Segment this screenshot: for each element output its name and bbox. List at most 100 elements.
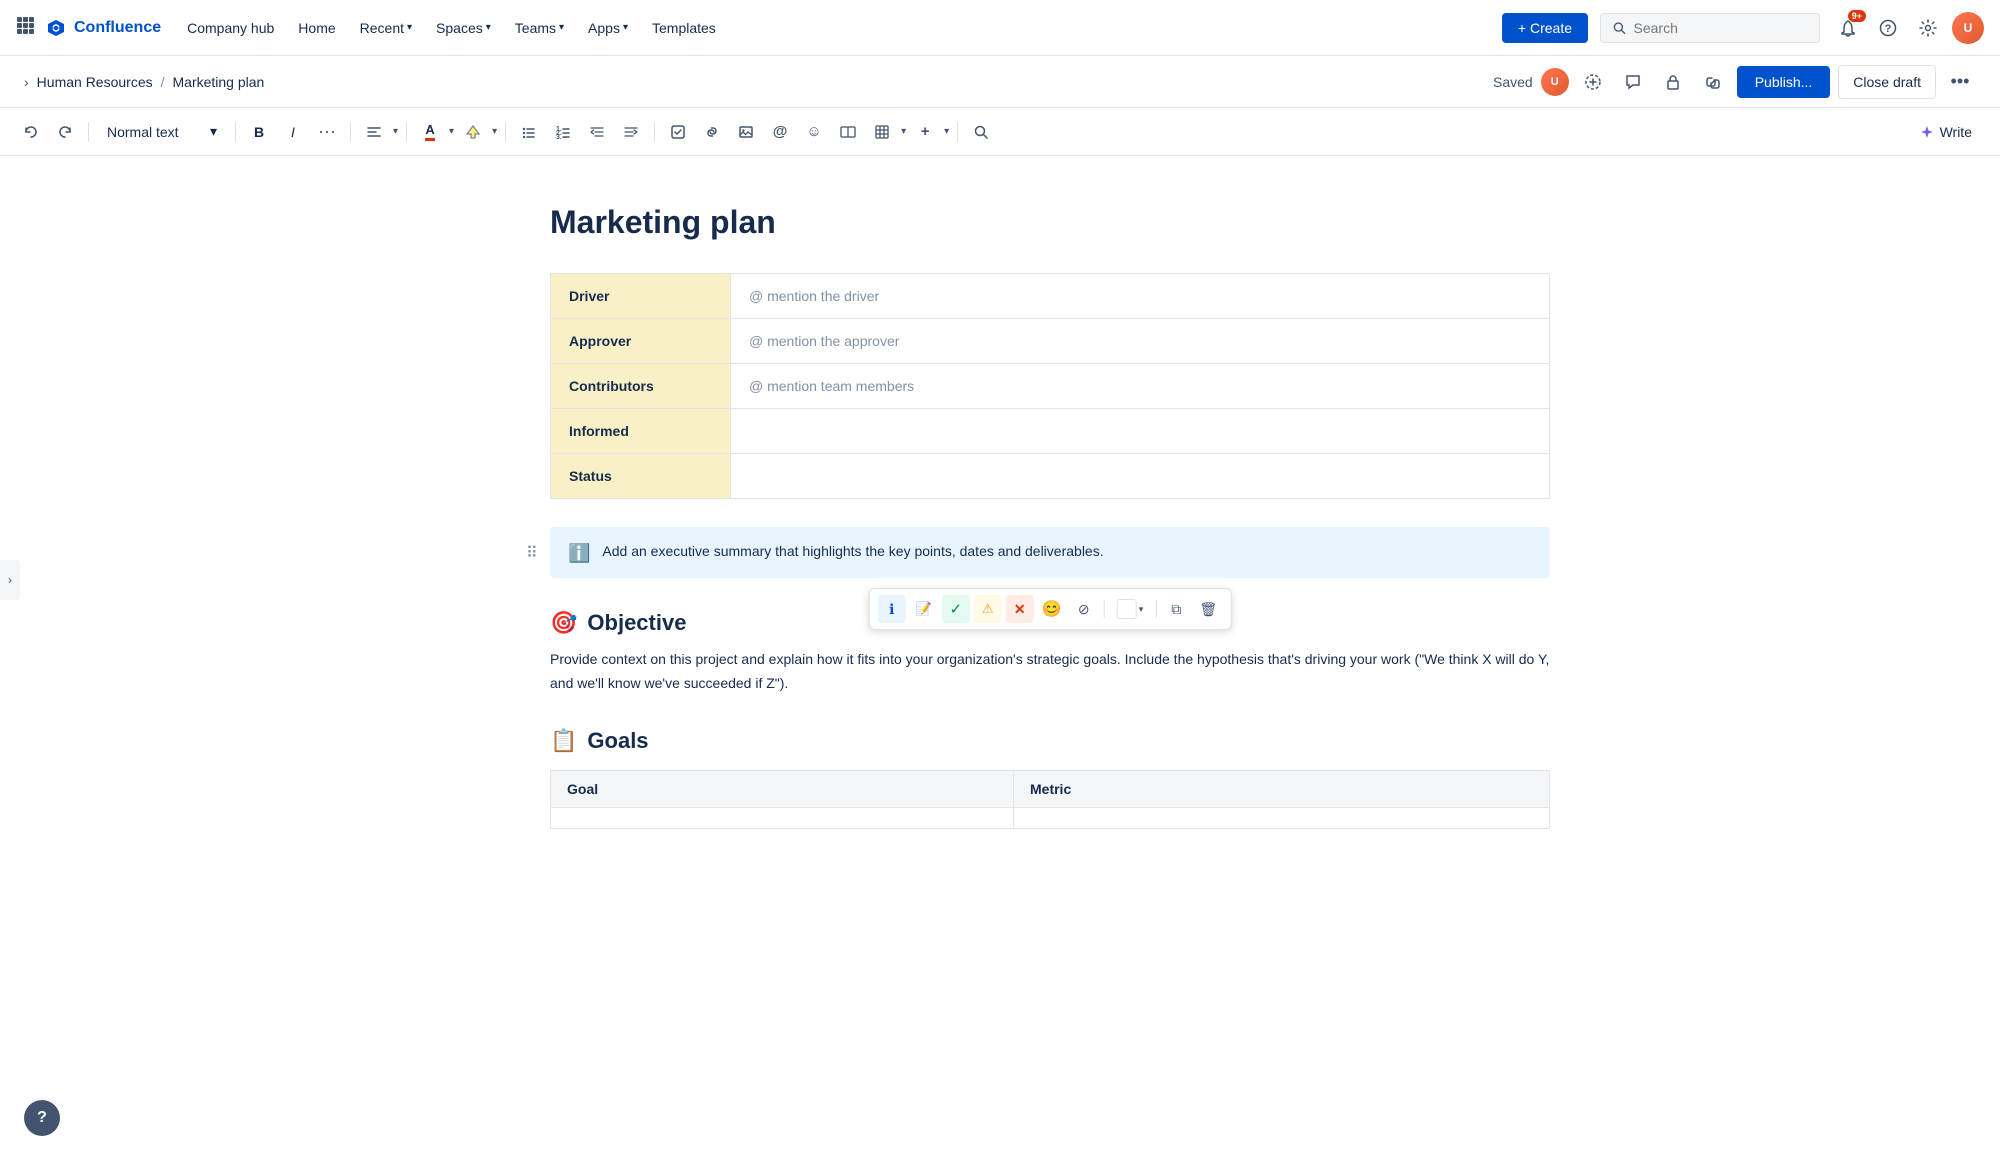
- nav-teams[interactable]: Teams▾: [505, 14, 574, 42]
- nav-apps[interactable]: Apps▾: [578, 14, 638, 42]
- search-input[interactable]: [1634, 20, 1807, 36]
- text-style-dropdown[interactable]: Normal text ▾: [97, 119, 227, 144]
- color-picker-button[interactable]: ▾: [1111, 595, 1150, 623]
- inline-toolbar-sep-2: [1155, 600, 1156, 618]
- goals-cell-metric-1[interactable]: [1014, 807, 1550, 828]
- task-button[interactable]: [663, 117, 693, 147]
- help-button[interactable]: ?: [1872, 12, 1904, 44]
- grid-icon[interactable]: [16, 16, 34, 39]
- panel-copy-button[interactable]: ⧉: [1162, 595, 1190, 623]
- nav-home[interactable]: Home: [288, 14, 345, 42]
- font-color-button[interactable]: A: [415, 117, 445, 147]
- panel-emoji-button[interactable]: 😊: [1038, 595, 1066, 623]
- breadcrumb-marketing-plan[interactable]: Marketing plan: [173, 74, 265, 90]
- collaborator-avatar[interactable]: U: [1541, 68, 1569, 96]
- numbered-list-button[interactable]: 1. 2. 3.: [548, 117, 578, 147]
- restrict-button[interactable]: [1657, 66, 1689, 98]
- daci-status-value[interactable]: [731, 454, 1550, 499]
- add-collaborator-button[interactable]: [1577, 66, 1609, 98]
- toolbar-separator-4: [406, 122, 407, 142]
- nav-templates[interactable]: Templates: [642, 14, 726, 42]
- insert-more-button[interactable]: +: [910, 117, 940, 147]
- main-content: Marketing plan Driver @ mention the driv…: [430, 156, 1570, 909]
- daci-informed-row: Informed: [551, 409, 1550, 454]
- info-panel-icon: ℹ️: [568, 543, 590, 564]
- daci-approver-value[interactable]: @ mention the approver: [731, 319, 1550, 364]
- app-logo[interactable]: Confluence: [46, 18, 161, 38]
- help-floating-button[interactable]: ?: [24, 1100, 60, 1136]
- panel-info-button[interactable]: ℹ: [878, 595, 906, 623]
- info-panel-text: Add an executive summary that highlights…: [602, 541, 1103, 562]
- daci-approver-row: Approver @ mention the approver: [551, 319, 1550, 364]
- redo-button[interactable]: [50, 117, 80, 147]
- mention-button[interactable]: @: [765, 117, 795, 147]
- write-ai-button[interactable]: Write: [1908, 118, 1984, 146]
- panel-warning-button[interactable]: ⚠: [974, 595, 1002, 623]
- inline-toolbar: ℹ 📝 ✓ ⚠ ✕ 😊 ⊘ ▾ ⧉ 🗑: [869, 588, 1232, 630]
- breadcrumb-bar: › Human Resources / Marketing plan Saved…: [0, 56, 2000, 108]
- daci-status-row: Status: [551, 454, 1550, 499]
- daci-contributors-value[interactable]: @ mention team members: [731, 364, 1550, 409]
- create-button[interactable]: + Create: [1502, 13, 1588, 43]
- settings-button[interactable]: [1912, 12, 1944, 44]
- page-title[interactable]: Marketing plan: [450, 204, 1550, 241]
- breadcrumb-separator: /: [161, 74, 165, 90]
- indent-button[interactable]: [616, 117, 646, 147]
- sidebar-toggle-arrow[interactable]: ›: [24, 74, 29, 90]
- daci-table: Driver @ mention the driver Approver @ m…: [550, 273, 1550, 499]
- daci-driver-row: Driver @ mention the driver: [551, 274, 1550, 319]
- publish-button[interactable]: Publish...: [1737, 66, 1831, 98]
- nav-company-hub[interactable]: Company hub: [177, 14, 284, 42]
- close-draft-button[interactable]: Close draft: [1838, 65, 1936, 99]
- highlight-button[interactable]: [458, 117, 488, 147]
- bold-button[interactable]: B: [244, 117, 274, 147]
- panel-error-button[interactable]: ✕: [1006, 595, 1034, 623]
- image-insert-button[interactable]: [731, 117, 761, 147]
- notifications-button[interactable]: 9+: [1832, 12, 1864, 44]
- more-actions-button[interactable]: •••: [1944, 66, 1976, 98]
- info-panel-wrapper: ⠿ ℹ️ Add an executive summary that highl…: [550, 527, 1550, 578]
- user-avatar[interactable]: U: [1952, 12, 1984, 44]
- panel-success-button[interactable]: ✓: [942, 595, 970, 623]
- link-button[interactable]: [1697, 66, 1729, 98]
- goals-heading: 📋 Goals: [550, 728, 1550, 754]
- goals-col-goal: Goal: [551, 770, 1014, 807]
- nav-spaces[interactable]: Spaces▾: [426, 14, 501, 42]
- align-button[interactable]: [359, 117, 389, 147]
- daci-informed-value[interactable]: [731, 409, 1550, 454]
- link-insert-button[interactable]: [697, 117, 727, 147]
- svg-text:?: ?: [1885, 23, 1892, 35]
- daci-driver-value[interactable]: @ mention the driver: [731, 274, 1550, 319]
- notification-count: 9+: [1848, 10, 1866, 22]
- bullet-list-button[interactable]: [514, 117, 544, 147]
- panel-no-icon-button[interactable]: ⊘: [1070, 595, 1098, 623]
- search-bar[interactable]: [1600, 13, 1820, 43]
- objective-icon: 🎯: [550, 610, 577, 636]
- find-button[interactable]: [966, 117, 996, 147]
- panel-delete-button[interactable]: 🗑: [1194, 595, 1222, 623]
- toolbar-separator-3: [350, 122, 351, 142]
- objective-text[interactable]: Provide context on this project and expl…: [550, 648, 1550, 696]
- breadcrumb: › Human Resources / Marketing plan: [24, 74, 264, 90]
- goals-cell-goal-1[interactable]: [551, 807, 1014, 828]
- nav-recent[interactable]: Recent▾: [350, 14, 422, 42]
- daci-contributors-label: Contributors: [551, 364, 731, 409]
- toolbar-separator-5: [505, 122, 506, 142]
- daci-approver-label: Approver: [551, 319, 731, 364]
- panel-note-button[interactable]: 📝: [910, 595, 938, 623]
- more-text-options-button[interactable]: ···: [312, 117, 342, 147]
- toolbar-separator-6: [654, 122, 655, 142]
- breadcrumb-human-resources[interactable]: Human Resources: [37, 74, 153, 90]
- italic-button[interactable]: I: [278, 117, 308, 147]
- info-panel[interactable]: ℹ️ Add an executive summary that highlig…: [550, 527, 1550, 578]
- comment-button[interactable]: [1617, 66, 1649, 98]
- outdent-button[interactable]: [582, 117, 612, 147]
- undo-button[interactable]: [16, 117, 46, 147]
- sidebar-toggle[interactable]: ›: [0, 560, 20, 600]
- table-button[interactable]: [867, 117, 897, 147]
- goals-table-row-1[interactable]: [551, 807, 1550, 828]
- drag-handle[interactable]: ⠿: [526, 543, 538, 563]
- emoji-button[interactable]: ☺: [799, 117, 829, 147]
- breadcrumb-actions: Saved U Publish... Close draf: [1493, 65, 1976, 99]
- layout-button[interactable]: [833, 117, 863, 147]
